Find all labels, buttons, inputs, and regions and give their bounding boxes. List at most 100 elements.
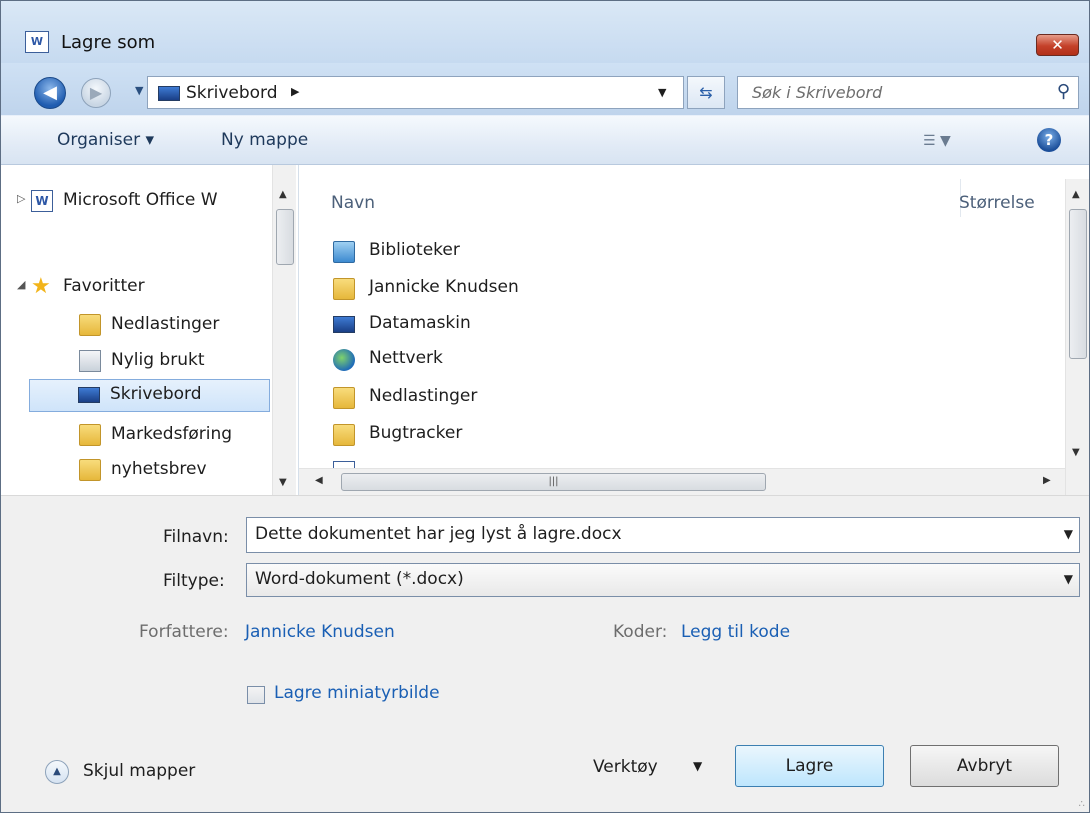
organize-menu-button[interactable]: Organiser ▾ (57, 130, 154, 150)
filename-field[interactable]: Dette dokumentet har jeg lyst å lagre.do… (246, 517, 1080, 553)
list-item[interactable]: Biblioteker (333, 235, 1033, 269)
recent-places-icon (79, 350, 101, 372)
save-button[interactable]: Lagre (735, 745, 884, 787)
change-view-icon[interactable]: ☰ ▼ (923, 133, 951, 149)
sidebar-item-office[interactable]: ▷ W Microsoft Office W (1, 185, 271, 218)
scroll-down-icon[interactable]: ▼ (1072, 447, 1080, 458)
sidebar-item-label: Skrivebord (110, 384, 202, 404)
resize-grip[interactable]: ∴ (1079, 799, 1085, 810)
chevron-right-icon[interactable]: ▶ (291, 85, 299, 98)
search-icon[interactable]: ⚲ (1057, 81, 1070, 102)
column-header-name[interactable]: Navn (331, 193, 375, 213)
scroll-thumb[interactable]: ||| (341, 473, 766, 491)
sidebar-item-label: Favoritter (63, 276, 145, 296)
scroll-thumb[interactable] (1069, 209, 1087, 359)
refresh-button[interactable]: ⇆ (687, 76, 725, 109)
search-input[interactable]: Søk i Skrivebord ⚲ (737, 76, 1079, 109)
list-item[interactable]: Nedlastinger (333, 381, 1033, 415)
user-folder-icon (333, 278, 355, 300)
list-item[interactable]: Nettverk (333, 343, 1033, 377)
new-folder-button[interactable]: Ny mappe (221, 130, 308, 150)
scroll-thumb[interactable] (276, 209, 294, 265)
list-item[interactable]: Datamaskin (333, 308, 1033, 342)
scroll-up-icon[interactable]: ▲ (1072, 189, 1080, 200)
filename-label: Filnavn: (163, 527, 229, 547)
chevron-down-icon[interactable]: ▼ (658, 86, 666, 99)
list-item-label: Biblioteker (369, 240, 460, 260)
scroll-down-icon[interactable]: ▼ (279, 477, 287, 488)
forward-button[interactable]: ▶ (81, 78, 111, 108)
sidebar-item-label: Nedlastinger (111, 314, 220, 334)
navigation-bar: ◀ ▶ ▼ Skrivebord ▶ ▼ ⇆ Søk i Skrivebord … (1, 63, 1089, 115)
sidebar-item-marketing[interactable]: Markedsføring (1, 419, 271, 452)
save-as-dialog: W Lagre som ✕ ◀ ▶ ▼ Skrivebord ▶ ▼ ⇆ Søk… (0, 0, 1090, 813)
scroll-right-icon[interactable]: ▶ (1043, 475, 1051, 486)
list-item-label: Nettverk (369, 348, 443, 368)
back-button[interactable]: ◀ (34, 77, 66, 109)
libraries-icon (333, 241, 355, 263)
sidebar-item-recent[interactable]: Nylig brukt (1, 345, 271, 378)
title-bar: W Lagre som ✕ (1, 1, 1089, 63)
list-item-label: Nedlastinger (369, 386, 478, 406)
add-tag-link[interactable]: Legg til kode (681, 622, 790, 642)
chevron-down-icon[interactable]: ▼ (1064, 527, 1073, 541)
window-title: Lagre som (61, 32, 156, 53)
recent-locations-dropdown[interactable]: ▼ (135, 84, 143, 97)
folder-icon (333, 424, 355, 446)
authors-label: Forfattere: (139, 622, 229, 642)
address-bar[interactable]: Skrivebord ▶ ▼ (147, 76, 684, 109)
filetype-select[interactable]: Word-dokument (*.docx) ▼ (246, 563, 1080, 597)
star-icon: ★ (31, 274, 51, 299)
list-item[interactable]: Jannicke Knudsen (333, 272, 1033, 306)
chevron-down-icon[interactable]: ▼ (1064, 572, 1073, 586)
hide-folders-icon[interactable]: ▲ (45, 760, 69, 784)
scroll-up-icon[interactable]: ▲ (279, 189, 287, 200)
desktop-icon (158, 86, 180, 101)
chevron-down-icon[interactable]: ▼ (693, 759, 702, 773)
scroll-left-icon[interactable]: ◀ (315, 475, 323, 486)
close-button[interactable]: ✕ (1036, 34, 1079, 56)
horizontal-scrollbar[interactable]: ◀ ||| ▶ (299, 468, 1065, 495)
filetype-value: Word-dokument (*.docx) (255, 569, 464, 589)
tools-menu-button[interactable]: Verktøy (593, 757, 658, 777)
office-word-icon: W (31, 190, 53, 212)
file-list: Navn Størrelse Biblioteker Jannicke Knud… (299, 165, 1089, 495)
list-item-label: Jannicke Knudsen (369, 277, 519, 297)
sidebar-item-label: Microsoft Office W (63, 190, 218, 210)
column-header-size[interactable]: Størrelse (959, 193, 1035, 213)
desktop-icon (78, 387, 100, 403)
list-item-label: Datamaskin (369, 313, 471, 333)
file-list-scrollbar[interactable]: ▲ ▼ (1065, 179, 1089, 495)
sidebar-item-newsletter[interactable]: nyhetsbrev (1, 454, 271, 487)
word-app-icon: W (25, 31, 49, 53)
sidebar-item-desktop[interactable]: Skrivebord (29, 379, 270, 412)
sidebar-item-downloads[interactable]: Nedlastinger (1, 309, 271, 342)
navigation-pane: ▷ W Microsoft Office W ◢ ★ Favoritter Ne… (1, 165, 299, 495)
sidebar-item-label: Nylig brukt (111, 350, 205, 370)
list-item[interactable]: Bugtracker (333, 418, 1033, 452)
list-item-label: Bugtracker (369, 423, 463, 443)
filetype-label: Filtype: (163, 571, 225, 591)
cancel-button[interactable]: Avbryt (910, 745, 1059, 787)
authors-link[interactable]: Jannicke Knudsen (245, 622, 395, 642)
help-icon[interactable]: ? (1037, 128, 1061, 152)
address-text[interactable]: Skrivebord (186, 83, 278, 103)
command-toolbar: Organiser ▾ Ny mappe ☰ ▼ ? (1, 115, 1089, 165)
sidebar-item-label: nyhetsbrev (111, 459, 207, 479)
list-item-partial[interactable] (333, 455, 1033, 469)
network-icon (333, 349, 355, 371)
sidebar-item-label: Markedsføring (111, 424, 233, 444)
expand-icon[interactable]: ▷ (17, 192, 25, 205)
sidebar-item-favorites[interactable]: ◢ ★ Favoritter (1, 271, 271, 304)
hide-folders-button[interactable]: Skjul mapper (83, 761, 195, 781)
computer-icon (333, 316, 355, 333)
search-placeholder: Søk i Skrivebord (752, 83, 883, 102)
save-thumbnail-label[interactable]: Lagre miniatyrbilde (274, 683, 440, 703)
folder-icon (79, 424, 101, 446)
save-thumbnail-checkbox[interactable] (247, 686, 265, 704)
folder-icon (79, 459, 101, 481)
collapse-icon[interactable]: ◢ (17, 278, 25, 291)
tags-label: Koder: (613, 622, 668, 642)
sidebar-scrollbar[interactable]: ▲ ▼ (272, 165, 296, 495)
filename-value[interactable]: Dette dokumentet har jeg lyst å lagre.do… (255, 524, 622, 544)
